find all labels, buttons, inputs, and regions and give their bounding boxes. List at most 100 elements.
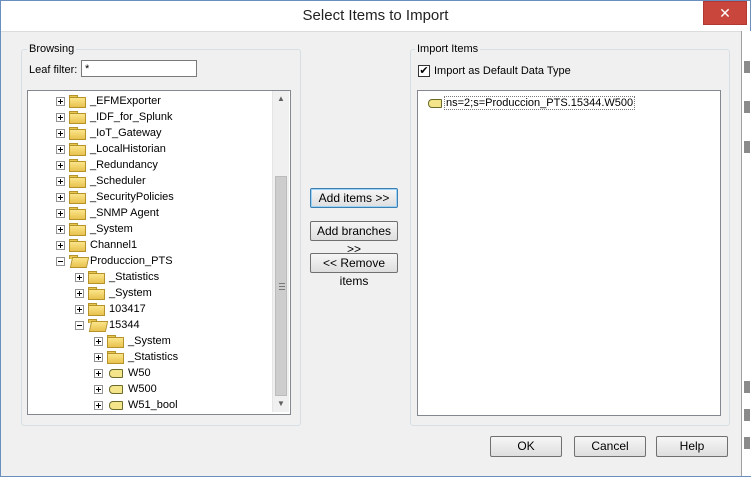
tree-vertical-scrollbar[interactable]: ▲ ▼ <box>272 91 289 412</box>
folder-icon <box>69 95 86 108</box>
expand-plus-icon[interactable] <box>56 240 65 250</box>
close-icon: ✕ <box>719 4 731 21</box>
help-button[interactable]: Help <box>656 436 728 457</box>
expand-plus-icon[interactable] <box>56 160 65 170</box>
expand-plus-icon[interactable] <box>56 112 65 122</box>
add-items-button[interactable]: Add items >> <box>310 188 398 208</box>
tree-item[interactable]: _Statistics <box>94 349 178 365</box>
expand-plus-icon[interactable] <box>94 352 103 362</box>
default-data-type-label: Import as Default Data Type <box>434 65 571 77</box>
tree-item[interactable]: W51_bool <box>94 397 178 413</box>
expand-plus-icon[interactable] <box>56 208 65 218</box>
import-item-label: ns=2;s=Produccion_PTS.15344.W500 <box>444 96 636 110</box>
tree-item-label: _Statistics <box>128 351 179 363</box>
add-branches-button[interactable]: Add branches >> <box>310 221 398 256</box>
folder-icon <box>69 111 86 124</box>
tree-item-label: W500 <box>128 383 157 395</box>
expand-plus-icon[interactable] <box>56 224 65 234</box>
tree-item[interactable]: W500 <box>94 381 157 397</box>
expand-plus-icon[interactable] <box>56 192 65 202</box>
folder-icon <box>69 159 86 172</box>
tree-item[interactable]: _IDF_for_Splunk <box>56 109 173 125</box>
folder-icon <box>69 191 86 204</box>
tag-icon <box>107 368 123 378</box>
browsing-group-label: Browsing <box>27 43 77 55</box>
folder-icon <box>69 143 86 156</box>
browse-tree[interactable]: _EFMExporter _IDF_for_Splunk _IoT_Gateway _… <box>27 90 291 415</box>
tree-item-label: W50 <box>128 367 151 379</box>
tree-item[interactable]: Produccion_PTS <box>56 253 173 269</box>
tree-item-label: _SecurityPolicies <box>90 191 174 203</box>
tree-item-label: _IoT_Gateway <box>90 127 162 139</box>
tree-item[interactable]: 15344 <box>75 317 140 333</box>
tree-item[interactable]: _Statistics <box>75 269 159 285</box>
folder-icon <box>69 127 86 140</box>
tree-item[interactable]: _System <box>94 333 171 349</box>
expand-plus-icon[interactable] <box>56 128 65 138</box>
import-dialog: Select Items to Import ✕ Browsing Leaf f… <box>0 0 751 477</box>
tree-item-label: _System <box>128 335 171 347</box>
collapse-minus-icon[interactable] <box>56 256 65 266</box>
expand-plus-icon[interactable] <box>94 384 103 394</box>
tree-item[interactable]: _Scheduler <box>56 173 146 189</box>
tree-item-label: _EFMExporter <box>90 95 161 107</box>
tree-item[interactable]: _Redundancy <box>56 157 158 173</box>
tree-item[interactable]: _LocalHistorian <box>56 141 166 157</box>
title-bar: Select Items to Import ✕ <box>1 1 750 32</box>
tree-item[interactable]: W50 <box>94 365 151 381</box>
tree-item-label: _Statistics <box>109 271 160 283</box>
tree-item-label: _System <box>90 223 133 235</box>
tree-item-label: 103417 <box>109 303 146 315</box>
expand-plus-icon[interactable] <box>56 144 65 154</box>
default-data-type-checkbox[interactable]: ✔ <box>418 65 430 77</box>
tree-item-label: _LocalHistorian <box>90 143 166 155</box>
tag-icon <box>426 98 442 108</box>
tag-icon <box>107 400 123 410</box>
expand-plus-icon[interactable] <box>75 272 84 282</box>
remove-items-button[interactable]: << Remove items <box>310 253 398 288</box>
tree-item[interactable]: Channel1 <box>56 237 137 253</box>
tree-item[interactable]: _System <box>75 285 152 301</box>
folder-icon <box>107 351 124 364</box>
tree-item-label: _SNMP Agent <box>90 207 159 219</box>
tree-item-label: _System <box>109 287 152 299</box>
leaf-filter-label: Leaf filter: <box>29 64 78 76</box>
ok-button[interactable]: OK <box>490 436 562 457</box>
tree-item[interactable]: _System <box>56 221 133 237</box>
expand-plus-icon[interactable] <box>94 368 103 378</box>
collapse-minus-icon[interactable] <box>75 320 84 330</box>
expand-plus-icon[interactable] <box>75 288 84 298</box>
tree-item-label: Channel1 <box>90 239 138 251</box>
folder-icon <box>88 303 105 316</box>
leaf-filter-input[interactable] <box>81 60 197 77</box>
import-group-label: Import Items <box>415 43 481 55</box>
tree-item[interactable]: _SNMP Agent <box>56 205 159 221</box>
tree-item-label: 15344 <box>109 319 140 331</box>
folder-open-icon <box>88 319 109 332</box>
folder-icon <box>88 271 105 284</box>
expand-plus-icon[interactable] <box>56 96 65 106</box>
scroll-down-arrow-icon[interactable]: ▼ <box>273 396 289 412</box>
tree-item-label: Produccion_PTS <box>90 255 173 267</box>
expand-plus-icon[interactable] <box>56 176 65 186</box>
import-items-list[interactable]: ns=2;s=Produccion_PTS.15344.W500 <box>417 90 721 416</box>
scroll-up-arrow-icon[interactable]: ▲ <box>273 91 289 107</box>
close-button[interactable]: ✕ <box>703 1 747 25</box>
scroll-thumb[interactable] <box>275 176 287 396</box>
tag-icon <box>107 384 123 394</box>
tree-item[interactable]: 103417 <box>75 301 146 317</box>
dialog-title: Select Items to Import <box>302 7 449 24</box>
expand-plus-icon[interactable] <box>94 336 103 346</box>
expand-plus-icon[interactable] <box>94 400 103 410</box>
tree-item-label: _IDF_for_Splunk <box>90 111 173 123</box>
tree-item[interactable]: _EFMExporter <box>56 93 161 109</box>
tree-item[interactable]: _IoT_Gateway <box>56 125 162 141</box>
folder-icon <box>69 207 86 220</box>
expand-plus-icon[interactable] <box>75 304 84 314</box>
list-item[interactable]: ns=2;s=Produccion_PTS.15344.W500 <box>426 96 636 110</box>
folder-open-icon <box>69 255 90 268</box>
tree-item[interactable]: _SecurityPolicies <box>56 189 174 205</box>
cancel-button[interactable]: Cancel <box>574 436 646 457</box>
folder-icon <box>107 335 124 348</box>
tree-item-label: _Redundancy <box>90 159 158 171</box>
